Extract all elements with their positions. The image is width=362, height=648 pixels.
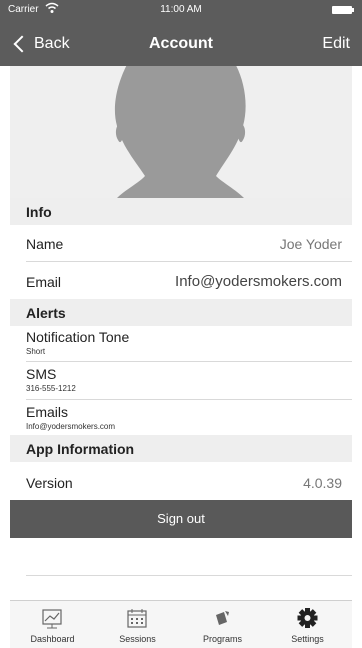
top-bar: Carrier 11:00 AM Back Account Edit bbox=[0, 0, 362, 66]
info-header-label: Info bbox=[26, 204, 52, 220]
app-info-section-header: App Information bbox=[10, 435, 352, 462]
page-title: Account bbox=[149, 35, 213, 52]
dashboard-icon bbox=[10, 607, 95, 629]
sms-label: SMS bbox=[26, 366, 57, 382]
email-value: Info@yodersmokers.com bbox=[175, 273, 342, 290]
notification-tone-row[interactable]: Notification Tone Short bbox=[10, 326, 352, 361]
emails-row[interactable]: Emails Info@yodersmokers.com bbox=[10, 400, 352, 435]
alerts-section-header: Alerts bbox=[10, 299, 352, 326]
gear-icon bbox=[265, 607, 350, 629]
emails-label: Emails bbox=[26, 404, 69, 420]
app-info-header-label: App Information bbox=[26, 441, 135, 457]
version-row: Version 4.0.39 bbox=[10, 462, 352, 500]
divider bbox=[26, 575, 352, 576]
emails-value: Info@yodersmokers.com bbox=[26, 422, 116, 431]
profile-photo[interactable] bbox=[10, 66, 352, 198]
notification-tone-label: Notification Tone bbox=[26, 329, 130, 345]
name-row[interactable]: Name Joe Yoder bbox=[10, 225, 352, 261]
tab-label: Dashboard bbox=[30, 634, 75, 644]
tab-sessions[interactable]: Sessions bbox=[95, 601, 180, 648]
tab-settings[interactable]: Settings bbox=[265, 601, 350, 648]
tab-label: Settings bbox=[291, 634, 324, 644]
status-bar: Carrier 11:00 AM bbox=[0, 0, 362, 22]
name-value: Joe Yoder bbox=[279, 236, 342, 252]
navigation-bar: Back Account Edit bbox=[0, 22, 362, 66]
programs-icon bbox=[180, 607, 265, 629]
email-row[interactable]: Email Info@yodersmokers.com bbox=[10, 262, 352, 299]
calendar-icon bbox=[95, 607, 180, 629]
status-time: 11:00 AM bbox=[160, 4, 202, 15]
sms-value: 316-555-1212 bbox=[26, 384, 76, 393]
tab-programs[interactable]: Programs bbox=[180, 601, 265, 648]
edit-button[interactable]: Edit bbox=[322, 35, 350, 53]
name-label: Name bbox=[26, 236, 64, 252]
email-label: Email bbox=[26, 274, 62, 290]
notification-tone-value: Short bbox=[26, 347, 46, 356]
tab-label: Programs bbox=[202, 634, 242, 644]
alerts-header-label: Alerts bbox=[26, 305, 66, 321]
tab-dashboard[interactable]: Dashboard bbox=[10, 601, 95, 648]
version-value: 4.0.39 bbox=[303, 475, 342, 491]
info-section-header: Info bbox=[10, 198, 352, 225]
person-silhouette-icon bbox=[114, 66, 246, 198]
battery-icon bbox=[332, 6, 354, 14]
tab-bar: Dashboard Sessions Programs Settings bbox=[10, 600, 352, 648]
version-label: Version bbox=[26, 475, 73, 491]
tab-label: Sessions bbox=[119, 634, 156, 644]
sms-row[interactable]: SMS 316-555-1212 bbox=[10, 362, 352, 399]
sign-out-button[interactable]: Sign out bbox=[10, 500, 352, 538]
